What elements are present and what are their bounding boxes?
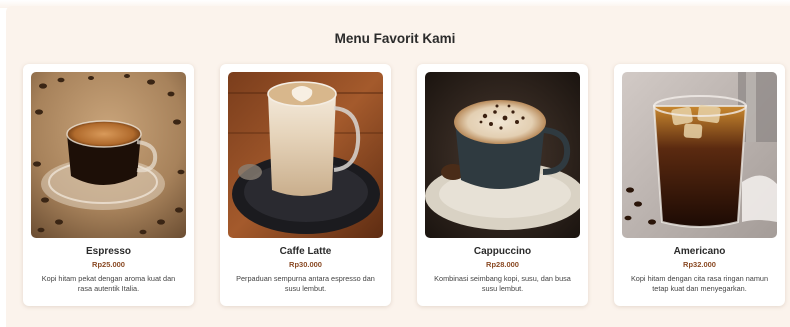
menu-card-americano[interactable]: Americano Rp32.000 Kopi hitam dengan cit… [614, 64, 785, 306]
menu-item-price: Rp28.000 [486, 260, 519, 269]
espresso-photo [31, 72, 186, 238]
menu-item-name: Espresso [85, 246, 132, 257]
menu-item-price: Rp30.000 [289, 260, 322, 269]
menu-card-espresso[interactable]: Espresso Rp25.000 Kopi hitam pekat denga… [23, 64, 194, 306]
menu-item-description: Perpaduan sempurna antara espresso dan s… [236, 274, 375, 293]
menu-card-cappuccino[interactable]: Cappuccino Rp28.000 Kombinasi seimbang k… [417, 64, 588, 306]
menu-item-description: Kopi hitam dengan cita rasa ringan namun… [630, 274, 769, 293]
americano-photo [622, 72, 777, 238]
menu-item-name: Caffe Latte [279, 246, 332, 257]
menu-item-price: Rp25.000 [92, 260, 125, 269]
menu-card-caffe-latte[interactable]: Caffe Latte Rp30.000 Perpaduan sempurna … [220, 64, 391, 306]
cappuccino-photo [425, 72, 580, 238]
menu-item-name: Cappuccino [473, 246, 532, 257]
menu-item-description: Kopi hitam pekat dengan aroma kuat dan r… [41, 274, 176, 293]
menu-item-price: Rp32.000 [683, 260, 716, 269]
section-title: Menu Favorit Kami [334, 31, 456, 46]
menu-item-name: Americano [673, 246, 726, 257]
menu-item-description: Kombinasi seimbang kopi, susu, dan busa … [434, 274, 571, 293]
caffe-latte-photo [228, 72, 383, 238]
